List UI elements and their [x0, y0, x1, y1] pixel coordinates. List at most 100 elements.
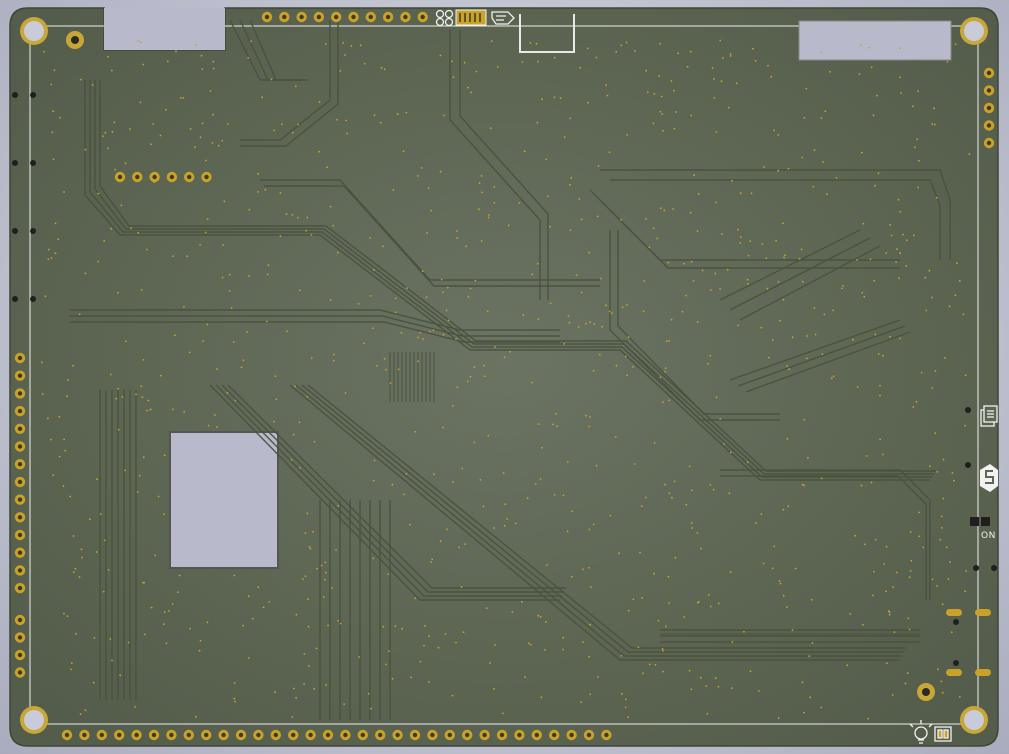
- via: [228, 290, 231, 292]
- via: [777, 134, 780, 136]
- via: [821, 353, 824, 355]
- via: [931, 578, 934, 581]
- via: [553, 96, 556, 99]
- via: [537, 423, 540, 425]
- via: [589, 623, 591, 626]
- via: [877, 353, 880, 355]
- via: [881, 453, 884, 456]
- header-pin-hole: [534, 732, 539, 738]
- via: [333, 353, 335, 356]
- via: [693, 174, 696, 177]
- via: [690, 260, 693, 263]
- via: [625, 41, 628, 44]
- via: [661, 647, 664, 650]
- header-pin-hole: [395, 732, 400, 738]
- via: [659, 376, 662, 379]
- via: [673, 89, 675, 92]
- via: [195, 43, 198, 46]
- via: [189, 127, 192, 130]
- via: [621, 306, 624, 309]
- via: [194, 146, 196, 149]
- via: [159, 374, 162, 377]
- via: [719, 288, 721, 290]
- via: [173, 334, 176, 337]
- pcb-3d-viewport[interactable]: ON: [0, 0, 1009, 754]
- header-pin-hole: [186, 732, 191, 738]
- via: [168, 610, 170, 612]
- via: [907, 617, 910, 620]
- via: [580, 701, 583, 704]
- via: [324, 43, 327, 45]
- via: [414, 597, 417, 600]
- via: [201, 122, 204, 125]
- via: [52, 110, 54, 113]
- via: [70, 662, 73, 664]
- via: [486, 310, 489, 313]
- via: [470, 91, 473, 94]
- via: [503, 524, 506, 527]
- via: [141, 396, 144, 399]
- via: [295, 696, 297, 699]
- via: [439, 540, 442, 543]
- via: [729, 451, 732, 454]
- header-pin-hole: [169, 174, 175, 180]
- via: [905, 239, 908, 242]
- via: [597, 165, 600, 167]
- via: [242, 359, 245, 362]
- via: [257, 586, 260, 589]
- via: [50, 83, 53, 86]
- via: [201, 68, 204, 70]
- pcb-board-render[interactable]: [0, 0, 1009, 754]
- via: [171, 603, 174, 605]
- via: [956, 262, 958, 264]
- via: [968, 153, 971, 156]
- header-pin-hole: [465, 732, 470, 738]
- via: [709, 605, 712, 608]
- via: [671, 496, 673, 499]
- via: [78, 576, 81, 578]
- via: [832, 375, 835, 378]
- via: [593, 323, 596, 325]
- via: [165, 108, 167, 111]
- via: [308, 545, 311, 548]
- via: [385, 368, 387, 371]
- via: [463, 61, 466, 64]
- via: [743, 630, 745, 633]
- center-slot: [169, 431, 279, 569]
- via: [134, 706, 136, 708]
- via: [183, 410, 186, 413]
- header-pin-hole: [308, 732, 313, 738]
- via: [889, 336, 891, 338]
- header-pin-hole: [586, 732, 592, 738]
- via: [285, 213, 288, 216]
- via: [421, 270, 424, 273]
- via: [536, 121, 539, 124]
- via: [175, 50, 177, 52]
- via: [648, 663, 651, 666]
- via: [524, 676, 527, 679]
- via: [469, 375, 472, 378]
- via: [688, 669, 691, 672]
- via: [139, 41, 142, 43]
- header-pin-hole: [99, 732, 105, 738]
- via: [659, 110, 662, 113]
- via: [762, 562, 765, 565]
- via: [305, 229, 308, 232]
- via: [402, 493, 405, 496]
- via: [178, 574, 181, 577]
- via: [964, 374, 967, 376]
- via: [462, 631, 465, 634]
- via: [562, 494, 565, 497]
- via: [527, 642, 530, 645]
- via: [183, 305, 185, 308]
- via: [690, 522, 693, 524]
- via: [145, 248, 148, 251]
- via: [642, 672, 644, 675]
- via: [367, 692, 370, 695]
- via: [270, 78, 273, 81]
- via: [503, 356, 506, 359]
- via: [117, 387, 120, 390]
- via: [717, 685, 720, 688]
- via: [313, 688, 316, 690]
- via: [885, 590, 887, 593]
